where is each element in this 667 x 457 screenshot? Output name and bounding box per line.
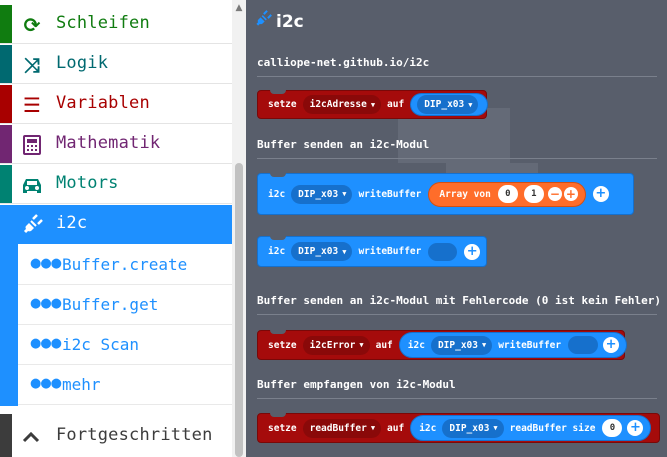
category-label: Logik [56, 53, 109, 73]
buffer-input-slot[interactable] [428, 242, 458, 261]
flyout-label-send: Buffer senden an i2c-Modul [257, 138, 430, 151]
refresh-icon: ⟳ [23, 13, 41, 37]
category-label: i2c [56, 213, 88, 233]
flyout-label-send-error: Buffer senden an i2c-Modul mit Fehlercod… [257, 294, 661, 307]
plus-icon[interactable]: + [464, 243, 480, 260]
address-dropdown[interactable]: DIP_x03 ▼ [442, 418, 504, 438]
block-i2c-write-buffer[interactable]: i2c DIP_x03 ▼ writeBuffer + [257, 236, 487, 267]
scroll-up-arrow-icon[interactable]: ▲ [233, 2, 245, 14]
plus-icon[interactable]: + [563, 187, 578, 201]
caret-down-icon: ▼ [493, 424, 498, 432]
flyout-title: i2c [254, 10, 304, 33]
category-i2c[interactable]: i2c [0, 205, 232, 244]
flyout-label-receive: Buffer empfangen von i2c-Modul [257, 378, 456, 391]
category-label: Fortgeschritten [56, 425, 213, 445]
plus-icon[interactable]: + [592, 186, 609, 202]
variable-dropdown[interactable]: i2cError ▼ [302, 335, 370, 355]
size-input[interactable]: 0 [602, 419, 623, 437]
i2c-read-reporter[interactable]: i2c DIP_x03 ▼ readBuffer size 0 + [410, 415, 652, 441]
block-set-i2c-error[interactable]: setze i2cError ▼ auf i2c DIP_x03 ▼ writeBu… [257, 330, 628, 360]
toolbox-scrollbar-thumb[interactable] [235, 163, 243, 457]
caret-down-icon: ▼ [468, 100, 473, 109]
caret-down-icon: ▼ [370, 424, 376, 432]
category-schleifen[interactable]: ⟳ Schleifen [0, 5, 232, 44]
subcategory-i2c-scan[interactable]: ●●● i2c Scan [18, 325, 232, 365]
address-dropdown[interactable]: DIP_x03 ▼ [291, 184, 353, 204]
caret-down-icon: ▼ [359, 341, 364, 349]
array-of-block[interactable]: Array von 0 1 − + [428, 181, 586, 207]
list-icon: ☰ [23, 93, 41, 117]
plug-icon [19, 214, 45, 236]
category-motors[interactable]: Motors [0, 165, 232, 204]
category-variablen[interactable]: ☰ Variablen [0, 85, 232, 124]
address-dropdown[interactable]: DIP_x03 ▼ [417, 95, 479, 114]
array-value-input[interactable]: 0 [497, 185, 518, 203]
toolbox: ⟳ Schleifen ⤨ Logik ☰ Variablen Mathemat… [0, 0, 246, 457]
address-value-pill[interactable]: DIP_x03 ▼ [410, 93, 489, 116]
block-set-i2c-address[interactable]: setze i2cAdresse ▼ auf DIP_x03 ▼ [257, 90, 489, 119]
category-label: Schleifen [56, 13, 150, 33]
subcategory-mehr[interactable]: ●●● mehr [18, 365, 232, 405]
plug-icon [254, 10, 272, 33]
address-dropdown[interactable]: DIP_x03 ▼ [430, 335, 493, 355]
category-label: Variablen [56, 93, 150, 113]
minus-icon[interactable]: − [547, 187, 562, 201]
variable-dropdown[interactable]: i2cAdresse ▼ [302, 95, 382, 114]
array-value-input[interactable]: 1 [523, 185, 544, 203]
caret-down-icon: ▼ [342, 247, 347, 256]
shuffle-icon: ⤨ [24, 53, 40, 77]
plus-icon[interactable]: + [603, 337, 620, 353]
category-mathematik[interactable]: Mathematik [0, 125, 232, 164]
calculator-icon [19, 134, 45, 156]
caret-down-icon: ▼ [370, 100, 376, 109]
block-flyout: i2c calliope-net.github.io/i2c setze i2c… [246, 0, 667, 457]
variable-dropdown[interactable]: readBuffer ▼ [302, 418, 382, 438]
more-dots-icon: ●●● [30, 296, 62, 311]
plus-icon[interactable]: + [627, 420, 644, 436]
i2c-write-reporter[interactable]: i2c DIP_x03 ▼ writeBuffer + [398, 332, 628, 358]
more-dots-icon: ●●● [30, 376, 62, 391]
caret-down-icon: ▼ [481, 341, 487, 349]
chevron-up-icon [18, 426, 44, 448]
car-icon [19, 174, 45, 196]
category-label: Mathematik [56, 133, 161, 153]
category-logik[interactable]: ⤨ Logik [0, 45, 232, 84]
buffer-input-slot[interactable] [568, 336, 599, 354]
more-dots-icon: ●●● [30, 336, 62, 351]
address-dropdown[interactable]: DIP_x03 ▼ [291, 242, 353, 261]
category-label: Motors [56, 173, 119, 193]
more-dots-icon: ●●● [30, 256, 62, 271]
category-fortgeschritten[interactable]: Fortgeschritten [12, 417, 232, 456]
caret-down-icon: ▼ [342, 190, 347, 198]
subcategory-buffer-create[interactable]: ●●● Buffer.create [18, 245, 232, 285]
block-i2c-write-array[interactable]: i2c DIP_x03 ▼ writeBuffer Array von 0 1 −… [257, 173, 634, 215]
subcategory-buffer-get[interactable]: ●●● Buffer.get [18, 285, 232, 325]
block-set-read-buffer[interactable]: setze readBuffer ▼ auf i2c DIP_x03 ▼ readB… [257, 413, 660, 443]
flyout-label-url: calliope-net.github.io/i2c [257, 56, 430, 69]
